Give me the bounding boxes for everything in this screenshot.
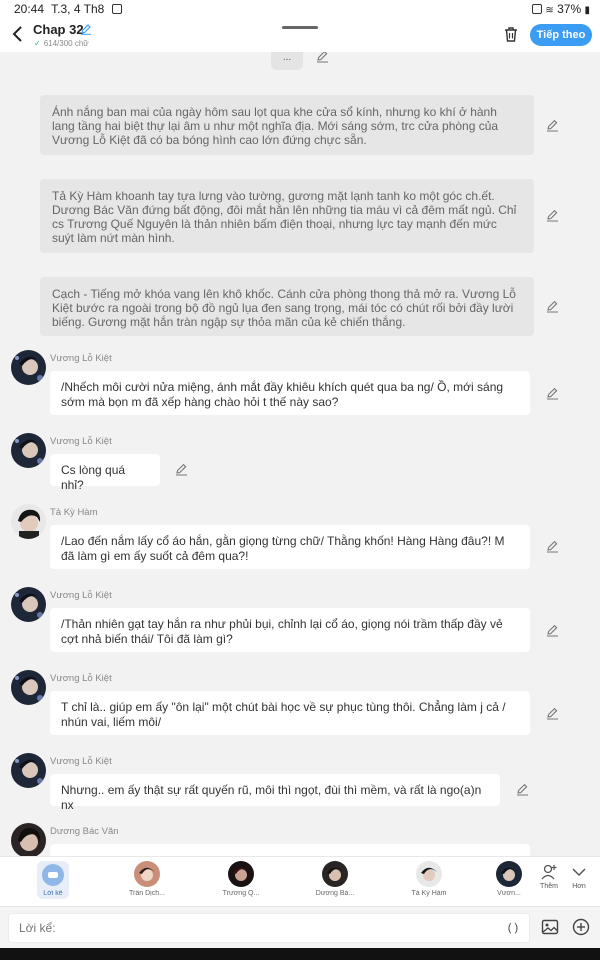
lock-icon	[532, 4, 543, 14]
dialogue-bubble[interactable]: T chỉ là.. giúp em ấy "ôn lại" một chút …	[50, 691, 530, 735]
status-date: T.3, 4 Th8	[51, 2, 105, 16]
battery-level: 37%	[557, 2, 582, 16]
dialogue-bubble[interactable]: Nhưng.. em ấy thật sự rất quyến rũ, môi …	[50, 774, 500, 812]
avatar[interactable]	[11, 823, 46, 856]
avatar	[134, 861, 160, 887]
edit-icon[interactable]	[316, 52, 329, 63]
chat-bubble-icon	[42, 864, 64, 886]
edit-icon[interactable]	[546, 300, 559, 313]
character-name: Vương Lỗ Kiệt	[50, 756, 112, 767]
character-name: Vương Lỗ Kiệt	[50, 353, 112, 364]
character-label: Dương Bá...	[315, 890, 355, 897]
avatar[interactable]	[11, 433, 46, 468]
narrator-chip: Lời kể	[37, 861, 69, 899]
character-option[interactable]: Tả Kỳ Hàm	[399, 861, 459, 897]
wifi-icon: ≋	[545, 5, 554, 16]
dialogue-bubble[interactable]: /Lao đến nắm lấy cổ áo hắn, gằn giọng từ…	[50, 525, 530, 569]
edit-title-icon[interactable]	[80, 23, 92, 35]
character-name: Tả Kỳ Hàm	[50, 507, 98, 518]
dialogue-bubble[interactable]	[50, 844, 530, 856]
narration-block[interactable]: Cạch - Tiếng mở khóa vang lên khô khốc. …	[40, 277, 534, 336]
status-time: 20:44	[14, 2, 45, 16]
battery-icon: ▮	[584, 5, 590, 16]
dialogue-bubble[interactable]: /Nhếch môi cười nửa miệng, ánh mắt đầy k…	[50, 371, 530, 415]
character-selector: Lời kể Trần Dịch... Trương Q... Dương Bá…	[0, 856, 600, 906]
bottom-edge	[0, 948, 600, 960]
add-icon[interactable]	[572, 918, 590, 936]
narration-block[interactable]: Tả Kỳ Hàm khoanh tay tựa lưng vào tường,…	[40, 179, 534, 253]
edit-icon[interactable]	[516, 783, 529, 796]
character-narrator[interactable]: Lời kể	[23, 861, 83, 899]
character-option[interactable]: Trần Dịch...	[117, 861, 177, 897]
character-name: Dương Bác Văn	[50, 826, 119, 837]
chevron-down-icon	[572, 868, 586, 877]
parentheses-button[interactable]: ( )	[502, 919, 524, 937]
avatar	[496, 861, 522, 887]
character-option[interactable]: Vươn...	[490, 861, 528, 897]
status-bar: 20:44 T.3, 4 Th8 ≋ 37% ▮	[0, 0, 600, 18]
status-left: 20:44 T.3, 4 Th8	[14, 2, 126, 16]
edit-icon[interactable]	[175, 463, 188, 476]
character-name: Vương Lỗ Kiệt	[50, 436, 112, 447]
avatar	[228, 861, 254, 887]
character-name: Vương Lỗ Kiệt	[50, 673, 112, 684]
edit-icon[interactable]	[546, 540, 559, 553]
edit-icon[interactable]	[546, 119, 559, 132]
character-option[interactable]: Dương Bá...	[305, 861, 365, 897]
word-count: ✓ 614/300 chữ	[34, 39, 89, 48]
gallery-notification-icon	[111, 4, 122, 14]
narration-block[interactable]: Ánh nắng ban mai của ngày hôm sau lọt qu…	[40, 95, 534, 155]
edit-icon[interactable]	[546, 624, 559, 637]
avatar	[416, 861, 442, 887]
image-icon[interactable]	[541, 918, 559, 936]
avatar[interactable]	[11, 504, 46, 539]
input-bar: ( )	[0, 906, 600, 948]
more-options-chip[interactable]: ...	[271, 52, 303, 70]
avatar[interactable]	[11, 670, 46, 705]
avatar	[322, 861, 348, 887]
status-right: ≋ 37% ▮	[532, 2, 590, 16]
edit-icon[interactable]	[546, 387, 559, 400]
check-icon: ✓	[34, 39, 41, 48]
chapter-header: Chap 32 ✓ 614/300 chữ Tiếp theo	[0, 18, 600, 52]
back-arrow-icon[interactable]	[10, 25, 26, 43]
story-feed[interactable]: ... Ánh nắng ban mai của ngày hôm sau lọ…	[0, 52, 600, 856]
add-character-label: Thêm	[540, 883, 558, 890]
add-character-button[interactable]: Thêm	[536, 863, 562, 890]
avatar[interactable]	[11, 753, 46, 788]
avatar[interactable]	[11, 587, 46, 622]
character-label: Vươn...	[497, 890, 521, 897]
trash-icon[interactable]	[503, 26, 519, 43]
character-name: Vương Lỗ Kiệt	[50, 590, 112, 601]
dialogue-bubble[interactable]: /Thản nhiên gạt tay hắn ra như phủi bụi,…	[50, 608, 530, 652]
narration-input[interactable]	[8, 913, 530, 943]
chapter-title: Chap 32	[33, 22, 84, 37]
edit-icon[interactable]	[546, 209, 559, 222]
character-label: Tả Kỳ Hàm	[411, 890, 447, 897]
edit-icon[interactable]	[546, 707, 559, 720]
character-label: Lời kể	[43, 890, 63, 897]
drag-handle[interactable]	[282, 26, 318, 29]
expand-label: Hơn	[572, 883, 586, 890]
character-option[interactable]: Trương Q...	[211, 861, 271, 897]
word-count-text: 614/300 chữ	[43, 39, 89, 48]
avatar[interactable]	[11, 350, 46, 385]
add-person-icon	[541, 864, 557, 880]
expand-button[interactable]: Hơn	[566, 863, 592, 890]
character-label: Trương Q...	[222, 890, 260, 897]
next-button[interactable]: Tiếp theo	[530, 24, 592, 46]
dialogue-bubble[interactable]: Cs lòng quá nhỉ?	[50, 454, 160, 492]
character-label: Trần Dịch...	[129, 890, 165, 897]
